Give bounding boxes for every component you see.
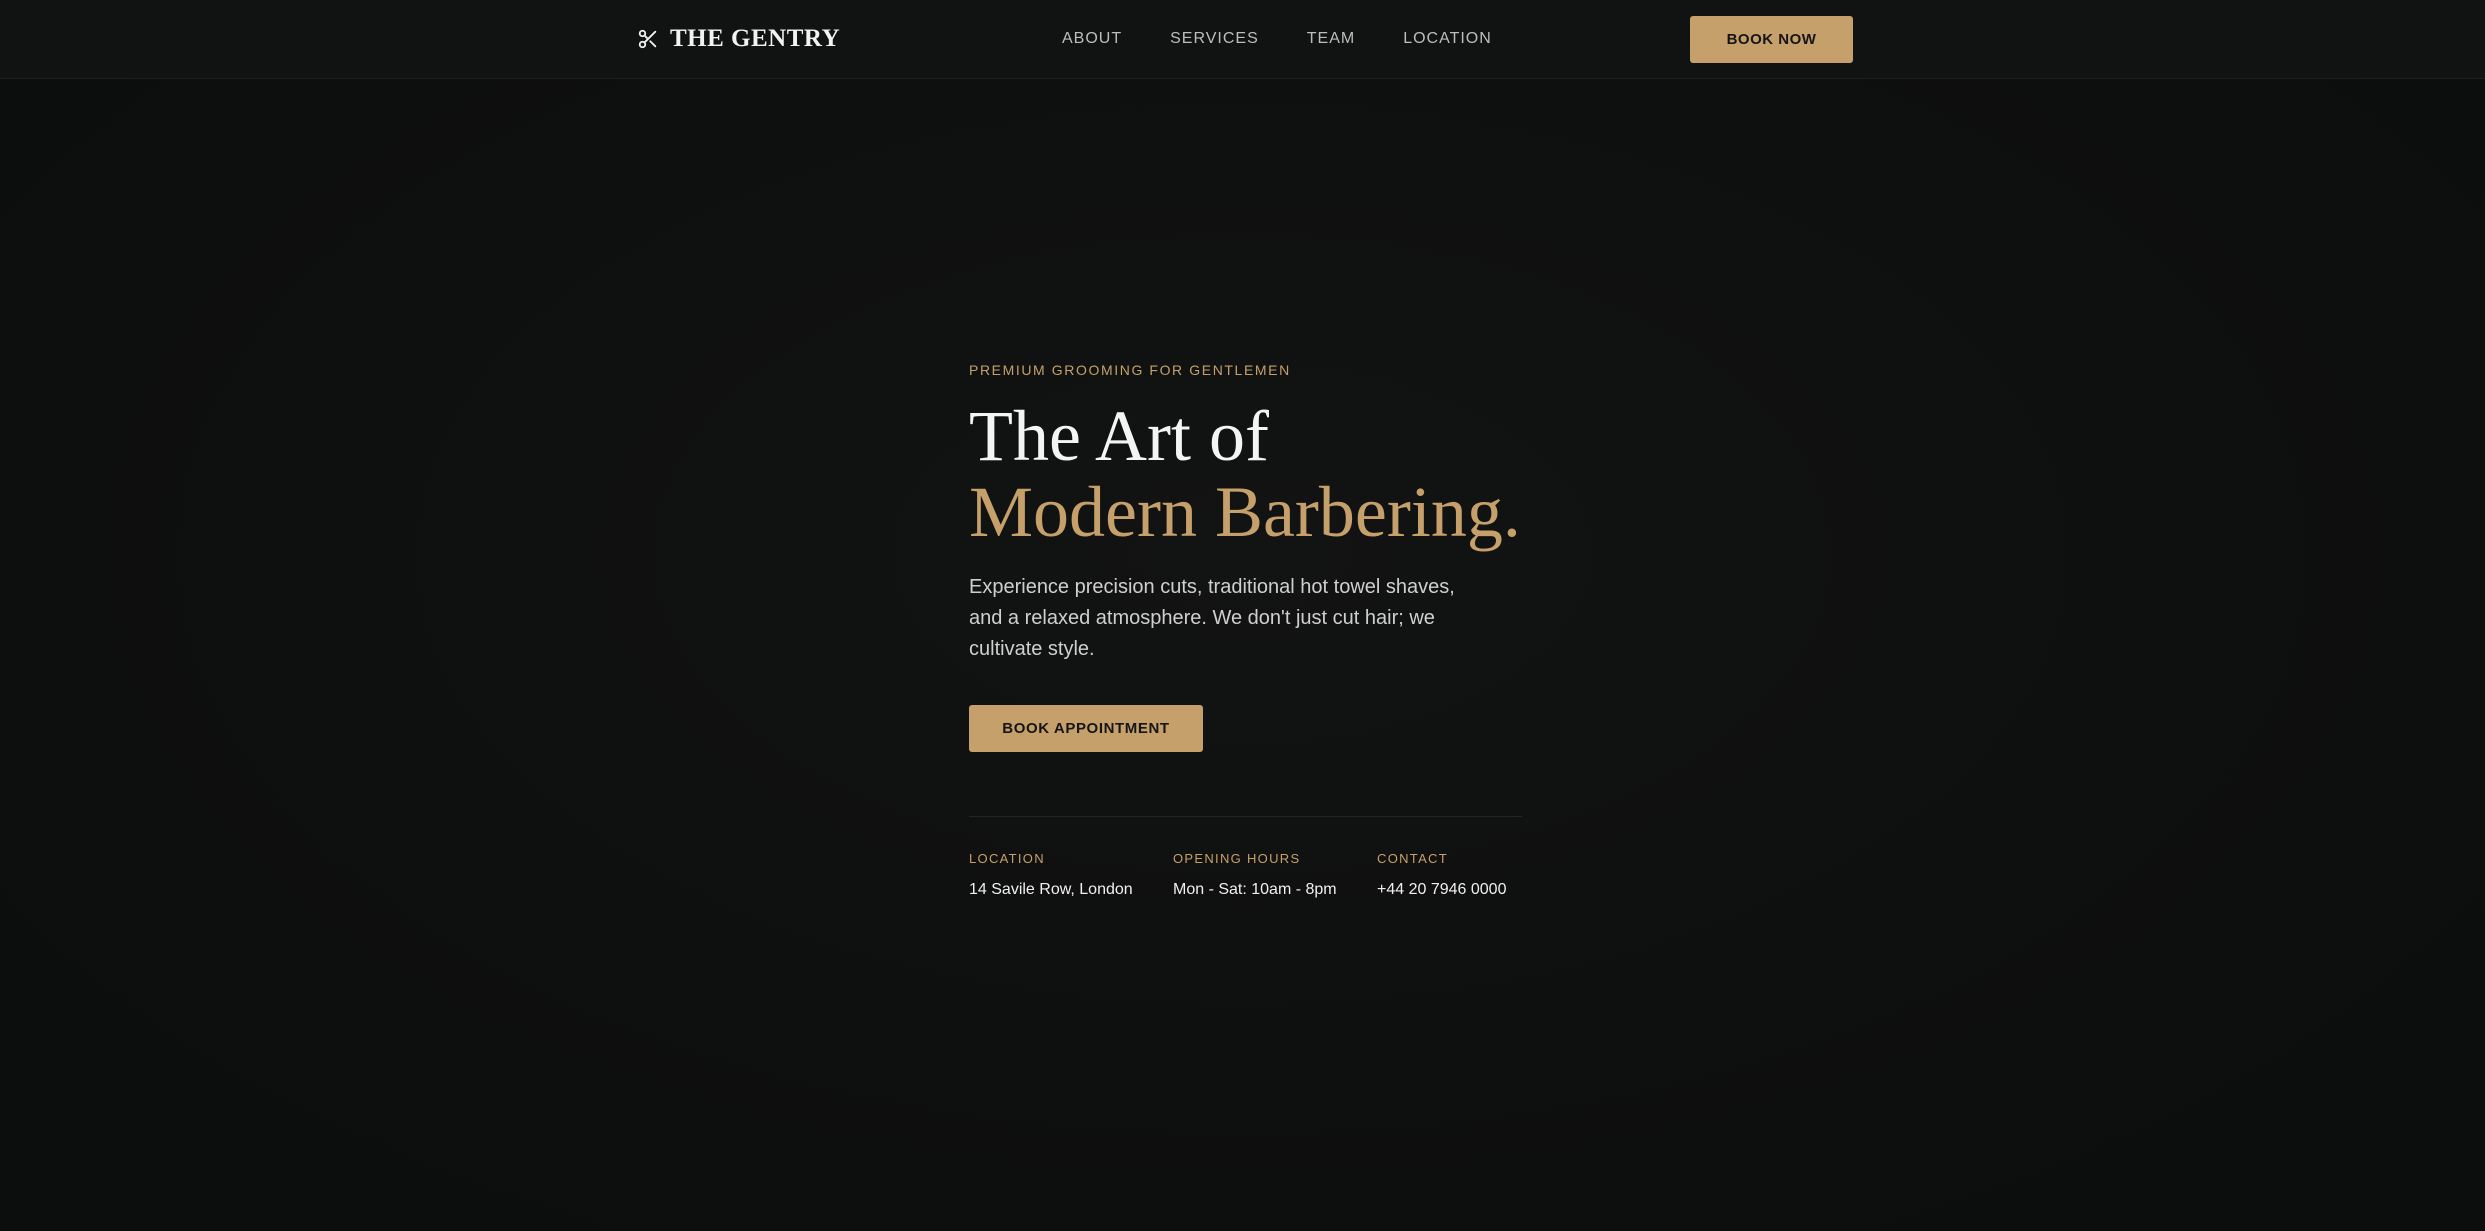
info-value: Mon - Sat: 10am - 8pm [1173, 881, 1337, 898]
info-strip: LOCATION 14 Savile Row, London OPENING H… [969, 850, 1529, 901]
info-value: +44 20 7946 0000 [1377, 881, 1507, 898]
info-opening-hours: OPENING HOURS Mon - Sat: 10am - 8pm [1173, 850, 1377, 901]
book-now-button[interactable]: BOOK NOW [1690, 16, 1853, 63]
nav-link-team[interactable]: TEAM [1307, 25, 1355, 53]
hero-headline-line-2: Modern Barbering. [969, 472, 1521, 552]
info-label: OPENING HOURS [1173, 851, 1301, 866]
hero-section: PREMIUM GROOMING FOR GENTLEMEN The Art o… [969, 360, 1529, 901]
info-contact: CONTACT +44 20 7946 0000 [1377, 850, 1527, 901]
info-label: CONTACT [1377, 851, 1448, 866]
hero-headline-line-1: The Art of [969, 396, 1269, 476]
section-divider [969, 816, 1522, 817]
scissors-icon [638, 29, 657, 49]
nav-link-about[interactable]: ABOUT [1062, 25, 1122, 53]
info-value: 14 Savile Row, London [969, 881, 1133, 898]
info-label: LOCATION [969, 851, 1045, 866]
brand-name: THE GENTRY [670, 25, 841, 52]
hero-headline: The Art of Modern Barbering. [969, 398, 1529, 550]
nav-link-location[interactable]: LOCATION [1403, 25, 1492, 53]
top-navigation-bar: THE GENTRY ABOUT SERVICES TEAM LOCATION … [0, 0, 2485, 79]
main-nav: ABOUT SERVICES TEAM LOCATION [1062, 25, 1492, 53]
page: THE GENTRY ABOUT SERVICES TEAM LOCATION … [0, 0, 2485, 1231]
hero-eyebrow: PREMIUM GROOMING FOR GENTLEMEN [969, 362, 1291, 378]
book-appointment-button[interactable]: BOOK APPOINTMENT [969, 705, 1203, 752]
nav-link-services[interactable]: SERVICES [1170, 25, 1259, 53]
hero-description: Experience precision cuts, traditional h… [969, 576, 1455, 660]
brand-logo-link[interactable]: THE GENTRY [637, 23, 840, 55]
info-location: LOCATION 14 Savile Row, London [969, 850, 1173, 901]
